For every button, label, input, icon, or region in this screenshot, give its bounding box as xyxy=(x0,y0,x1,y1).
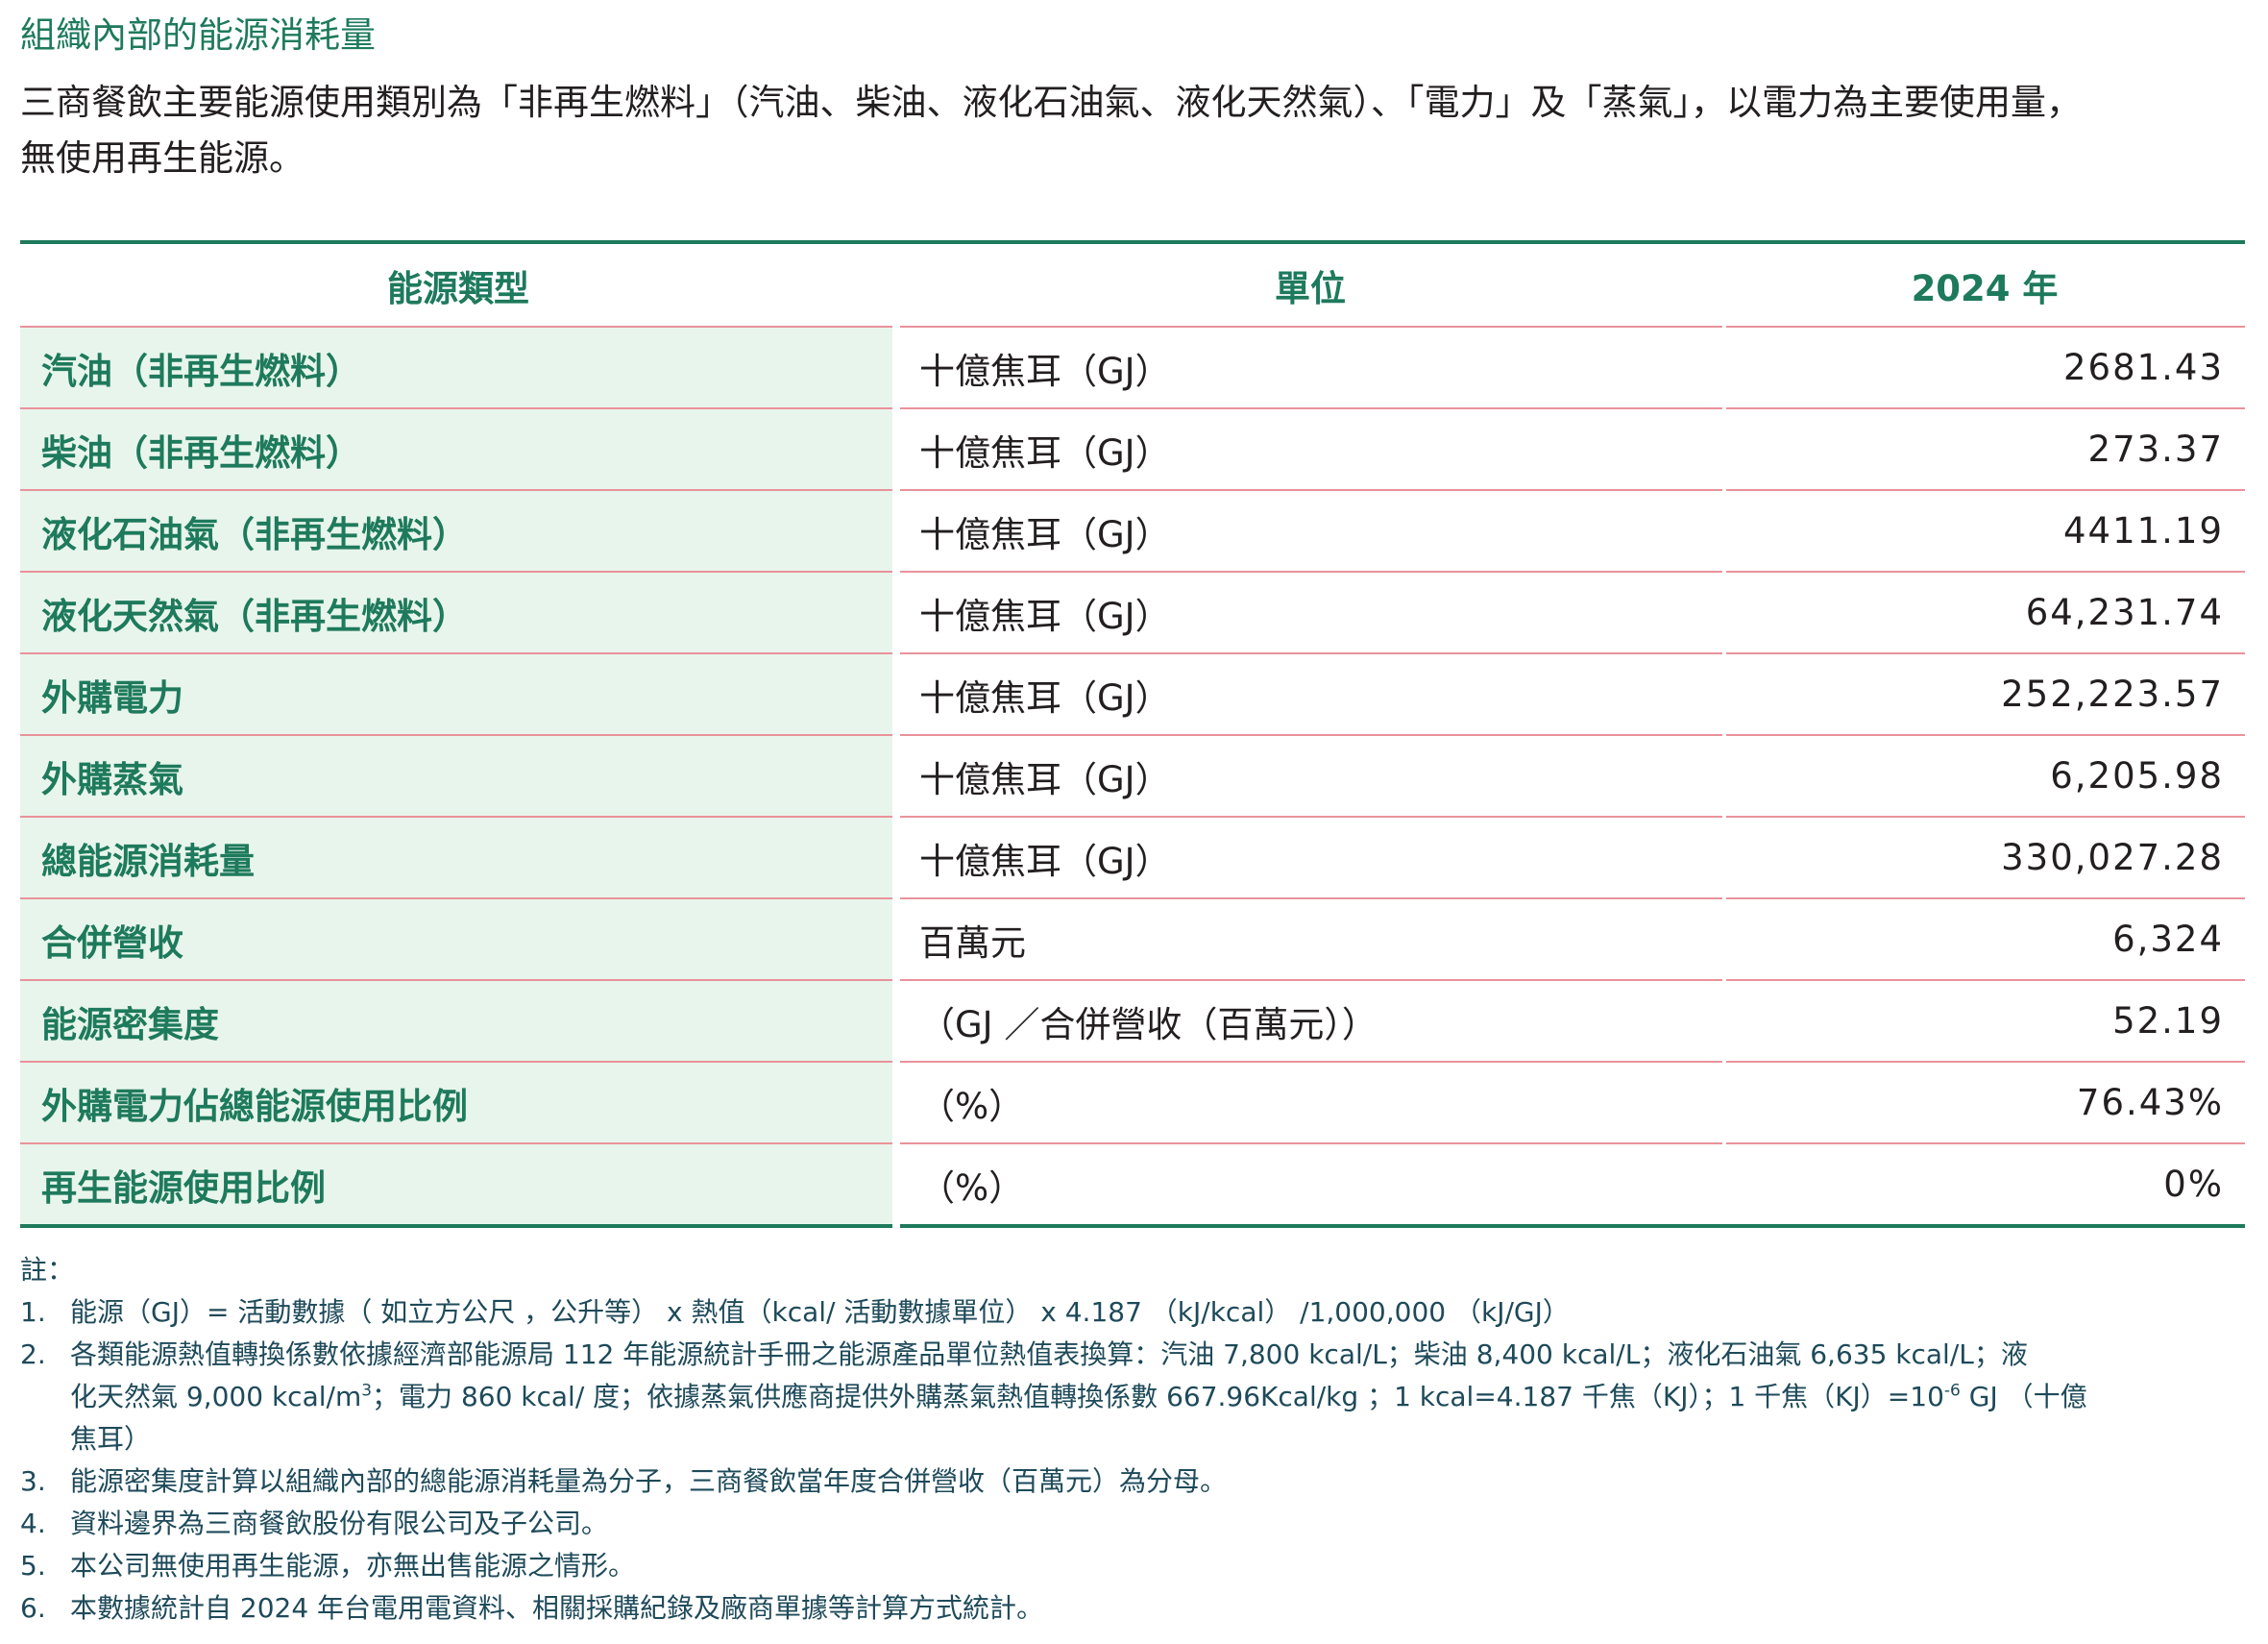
footnote-item: 3. 能源密集度計算以組織內部的總能源消耗量為分子，三商餐飲當年度合併營收（百萬… xyxy=(20,1460,2249,1503)
value-cell: 2681.43 xyxy=(1724,327,2245,409)
value-cell: 330,027.28 xyxy=(1724,817,2245,899)
value-cell: 64,231.74 xyxy=(1724,572,2245,654)
header-energy-type: 能源類型 xyxy=(20,240,896,328)
table-row: 液化石油氣（非再生燃料） 十億焦耳（GJ） 4411.19 xyxy=(20,490,2245,573)
footnote-number: 4. xyxy=(20,1508,46,1539)
footnote-text: 化天然氣 9,000 kcal/m xyxy=(70,1381,362,1412)
footnote-text: 資料邊界為三商餐飲股份有限公司及子公司。 xyxy=(70,1508,609,1539)
intro-line: 無使用再生能源。 xyxy=(20,137,305,179)
value-cell: 52.19 xyxy=(1724,980,2245,1063)
footnote-number: 1. xyxy=(20,1296,46,1328)
unit-cell: 十億焦耳（GJ） xyxy=(896,817,1726,899)
value-cell: 6,324 xyxy=(1724,898,2245,981)
energy-type-cell: 總能源消耗量 xyxy=(20,817,900,899)
section-title: 組織內部的能源消耗量 xyxy=(20,14,376,56)
table-row: 合併營收 百萬元 6,324 xyxy=(20,898,2245,981)
footnotes: 註： 1. 能源（GJ）= 活動數據（ 如立方公尺 ，公升等） x 熱值（kca… xyxy=(20,1249,2249,1630)
energy-type-cell: 柴油（非再生燃料） xyxy=(20,408,900,491)
energy-type-cell: 能源密集度 xyxy=(20,980,900,1063)
footnote-text: 焦耳） xyxy=(70,1423,152,1455)
footnote-text: ；電力 860 kcal/ 度；依據蒸氣供應商提供外購蒸氣熱值轉換係數 667.… xyxy=(372,1381,1944,1412)
table-row: 外購電力 十億焦耳（GJ） 252,223.57 xyxy=(20,653,2245,736)
superscript: -6 xyxy=(1943,1381,1961,1401)
unit-cell: （GJ ／合併營收（百萬元）） xyxy=(896,980,1726,1063)
table-row: 再生能源使用比例 （%） 0% xyxy=(20,1143,2245,1228)
table-row: 外購蒸氣 十億焦耳（GJ） 6,205.98 xyxy=(20,735,2245,818)
energy-type-cell: 液化天然氣（非再生燃料） xyxy=(20,572,900,654)
intro-line: 三商餐飲主要能源使用類別為「非再生燃料」（汽油、柴油、液化石油氣、液化天然氣）、… xyxy=(20,82,2082,123)
energy-table: 能源類型 單位 2024 年 汽油（非再生燃料） 十億焦耳（GJ） 2681.4… xyxy=(20,240,2245,1228)
footnote-item: 4. 資料邊界為三商餐飲股份有限公司及子公司。 xyxy=(20,1503,2249,1545)
table-row: 總能源消耗量 十億焦耳（GJ） 330,027.28 xyxy=(20,817,2245,899)
unit-cell: 十億焦耳（GJ） xyxy=(896,490,1726,573)
unit-cell: 百萬元 xyxy=(896,898,1726,981)
table-header-row: 能源類型 單位 2024 年 xyxy=(20,240,2245,328)
value-cell: 76.43% xyxy=(1724,1062,2245,1144)
footnote-text: GJ （十億 xyxy=(1960,1381,2087,1412)
energy-type-cell: 外購電力佔總能源使用比例 xyxy=(20,1062,900,1144)
footnote-number: 3. xyxy=(20,1465,46,1497)
unit-cell: （%） xyxy=(896,1062,1726,1144)
header-unit: 單位 xyxy=(896,240,1724,328)
footnote-text: 本數據統計自 2024 年台電用電資料、相關採購紀錄及廠商單據等計算方式統計。 xyxy=(70,1592,1044,1624)
energy-type-cell: 液化石油氣（非再生燃料） xyxy=(20,490,900,573)
unit-cell: 十億焦耳（GJ） xyxy=(896,735,1726,818)
unit-cell: 十億焦耳（GJ） xyxy=(896,572,1726,654)
value-cell: 4411.19 xyxy=(1724,490,2245,573)
table-row: 液化天然氣（非再生燃料） 十億焦耳（GJ） 64,231.74 xyxy=(20,572,2245,654)
unit-cell: 十億焦耳（GJ） xyxy=(896,408,1726,491)
header-year: 2024 年 xyxy=(1724,240,2245,328)
footnote-item: 1. 能源（GJ）= 活動數據（ 如立方公尺 ，公升等） x 熱值（kcal/ … xyxy=(20,1291,2249,1334)
energy-type-cell: 合併營收 xyxy=(20,898,900,981)
footnote-item: 2. 各類能源熱值轉換係數依據經濟部能源局 112 年能源統計手冊之能源產品單位… xyxy=(20,1334,2249,1460)
value-cell: 0% xyxy=(1724,1143,2245,1228)
table-row: 外購電力佔總能源使用比例 （%） 76.43% xyxy=(20,1062,2245,1144)
value-cell: 6,205.98 xyxy=(1724,735,2245,818)
intro-paragraph: 三商餐飲主要能源使用類別為「非再生燃料」（汽油、柴油、液化石油氣、液化天然氣）、… xyxy=(20,75,2245,186)
table-row: 汽油（非再生燃料） 十億焦耳（GJ） 2681.43 xyxy=(20,327,2245,409)
footnote-item: 5. 本公司無使用再生能源，亦無出售能源之情形。 xyxy=(20,1545,2249,1587)
footnote-number: 5. xyxy=(20,1550,46,1582)
table-row: 能源密集度 （GJ ／合併營收（百萬元）） 52.19 xyxy=(20,980,2245,1063)
footnote-number: 2. xyxy=(20,1338,46,1370)
energy-type-cell: 再生能源使用比例 xyxy=(20,1143,900,1228)
footnote-item: 6. 本數據統計自 2024 年台電用電資料、相關採購紀錄及廠商單據等計算方式統… xyxy=(20,1587,2249,1630)
energy-type-cell: 外購蒸氣 xyxy=(20,735,900,818)
footnote-text: 能源密集度計算以組織內部的總能源消耗量為分子，三商餐飲當年度合併營收（百萬元）為… xyxy=(70,1465,1228,1497)
footnote-text: 各類能源熱值轉換係數依據經濟部能源局 112 年能源統計手冊之能源產品單位熱值表… xyxy=(70,1338,2028,1370)
table-row: 柴油（非再生燃料） 十億焦耳（GJ） 273.37 xyxy=(20,408,2245,491)
superscript: 3 xyxy=(361,1381,373,1401)
unit-cell: （%） xyxy=(896,1143,1726,1228)
footnote-number: 6. xyxy=(20,1592,46,1624)
unit-cell: 十億焦耳（GJ） xyxy=(896,327,1726,409)
value-cell: 273.37 xyxy=(1724,408,2245,491)
value-cell: 252,223.57 xyxy=(1724,653,2245,736)
unit-cell: 十億焦耳（GJ） xyxy=(896,653,1726,736)
footnote-text: 本公司無使用再生能源，亦無出售能源之情形。 xyxy=(70,1550,636,1582)
footnote-text-line: 化天然氣 9,000 kcal/m3；電力 860 kcal/ 度；依據蒸氣供應… xyxy=(70,1376,2087,1418)
footnote-text: 能源（GJ）= 活動數據（ 如立方公尺 ，公升等） x 熱值（kcal/ 活動數… xyxy=(70,1296,1570,1328)
footnotes-heading: 註： xyxy=(20,1254,75,1286)
energy-type-cell: 汽油（非再生燃料） xyxy=(20,327,900,409)
energy-type-cell: 外購電力 xyxy=(20,653,900,736)
